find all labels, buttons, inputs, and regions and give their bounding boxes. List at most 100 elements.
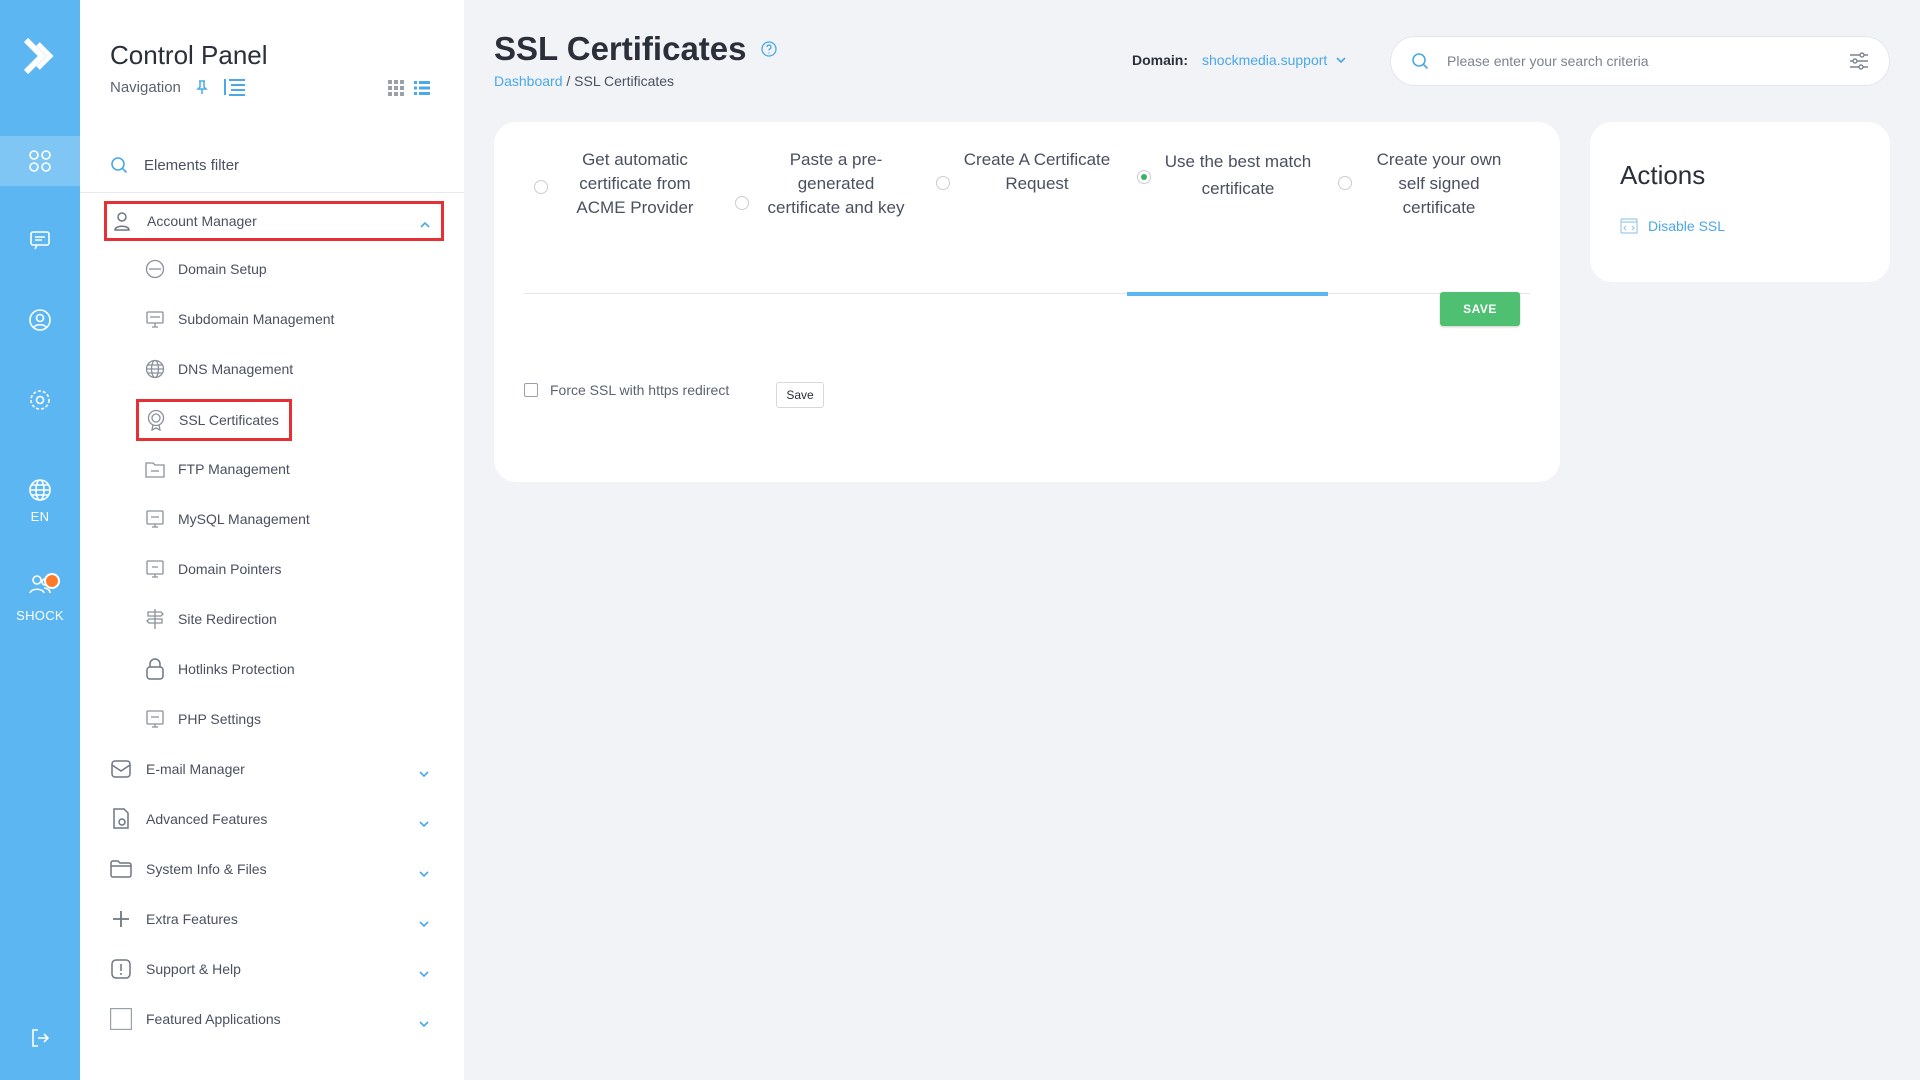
tab-label: Create your own self signed certificate (1376, 150, 1502, 217)
sub-item-php-settings[interactable]: PHP Settings (144, 701, 261, 737)
breadcrumb-dashboard[interactable]: Dashboard (494, 73, 563, 89)
gear-doc-icon (110, 808, 132, 830)
tab-acme-provider[interactable]: Get automatic certificate from ACME Prov… (524, 148, 725, 294)
sub-item-ssl-certificates[interactable]: SSL Certificates (136, 399, 292, 441)
domain-label: Domain: (1132, 52, 1188, 68)
radio-button-selected[interactable] (1137, 170, 1151, 184)
user-label: SHOCK (16, 608, 64, 623)
force-ssl-checkbox[interactable] (524, 383, 538, 397)
folder-icon (110, 858, 132, 880)
pin-icon[interactable] (195, 79, 209, 95)
radio-button[interactable] (534, 180, 548, 194)
settings-gear-icon[interactable] (0, 374, 80, 426)
search-input[interactable]: Please enter your search criteria (1390, 36, 1890, 86)
chevron-down-icon (418, 815, 430, 831)
user-menu[interactable]: SHOCK (0, 560, 80, 634)
menu-label: Advanced Features (146, 811, 268, 827)
sql-icon (144, 508, 166, 530)
force-ssl-save-button[interactable]: Save (776, 382, 824, 408)
force-ssl-option: Force SSL with https redirect (524, 382, 729, 398)
tab-paste-certificate[interactable]: Paste a pre-generated certificate and ke… (725, 148, 926, 294)
save-button[interactable]: SAVE (1440, 292, 1520, 326)
sub-item-label: Hotlinks Protection (178, 661, 295, 677)
sub-item-label: Domain Pointers (178, 561, 282, 577)
signpost-icon (144, 608, 166, 630)
tab-label: Create A Certificate Request (963, 150, 1111, 193)
www-icon (144, 258, 166, 280)
plus-icon (110, 908, 132, 930)
sub-item-mysql-management[interactable]: MySQL Management (144, 501, 310, 537)
actions-card: Actions Disable SSL (1590, 122, 1890, 282)
nav-title: Control Panel (110, 40, 268, 70)
chevron-down-icon (418, 1015, 430, 1031)
grid-view-icon[interactable] (388, 80, 404, 96)
search-placeholder: Please enter your search criteria (1447, 53, 1649, 69)
sub-item-label: PHP Settings (178, 711, 262, 727)
search-icon (111, 157, 128, 174)
chevron-down-icon (418, 765, 430, 781)
help-icon[interactable] (760, 41, 777, 57)
nav-divider (80, 192, 464, 193)
pointer-icon (144, 558, 166, 580)
menu-extra-features[interactable]: Extra Features (110, 901, 440, 937)
menu-support-help[interactable]: Support & Help (110, 951, 440, 987)
disable-ssl-link[interactable]: Disable SSL (1620, 218, 1725, 234)
search-icon (1412, 53, 1429, 70)
nav-subtitle: Navigation (110, 78, 181, 96)
tab-label: Get automatic certificate from ACME Prov… (576, 150, 694, 217)
filter-sliders-icon[interactable] (1849, 52, 1869, 70)
sub-item-ftp-management[interactable]: FTP Management (144, 451, 290, 487)
menu-system-info-files[interactable]: System Info & Files (110, 851, 440, 887)
tab-self-signed[interactable]: Create your own self signed certificate (1328, 148, 1529, 294)
menu-advanced-features[interactable]: Advanced Features (110, 801, 440, 837)
logo-icon[interactable] (0, 26, 80, 86)
ssl-options-card: Get automatic certificate from ACME Prov… (494, 122, 1560, 482)
sub-item-label: Domain Setup (178, 261, 267, 277)
dashboard-grid-icon[interactable] (0, 136, 80, 186)
sub-item-domain-pointers[interactable]: Domain Pointers (144, 551, 282, 587)
subdomain-icon (144, 308, 166, 330)
sub-item-hotlinks-protection[interactable]: Hotlinks Protection (144, 651, 295, 687)
chevron-down-icon (418, 915, 430, 931)
menu-label: Extra Features (146, 911, 238, 927)
radio-button[interactable] (936, 176, 950, 190)
radio-button[interactable] (1338, 176, 1352, 190)
user-circle-icon[interactable] (0, 294, 80, 346)
menu-label: Featured Applications (146, 1011, 281, 1027)
chevron-up-icon (419, 216, 431, 232)
tab-certificate-request[interactable]: Create A Certificate Request (926, 148, 1127, 294)
menu-featured-applications[interactable]: Featured Applications (110, 1001, 440, 1037)
sub-item-label: Subdomain Management (178, 311, 335, 327)
view-toggle (388, 80, 430, 96)
messages-icon[interactable] (0, 214, 80, 266)
tab-best-match[interactable]: Use the best match certificate (1127, 148, 1328, 296)
list-indent-icon[interactable] (223, 77, 247, 97)
elements-filter[interactable]: Elements filter (110, 156, 239, 174)
lock-icon (144, 658, 166, 680)
globe-icon (29, 479, 51, 501)
domain-dropdown[interactable]: shockmedia.support (1202, 52, 1347, 68)
chevron-down-icon (418, 965, 430, 981)
sub-item-dns-management[interactable]: DNS Management (144, 351, 293, 387)
sub-item-subdomain-management[interactable]: Subdomain Management (144, 301, 334, 337)
radio-button[interactable] (735, 196, 749, 210)
menu-account-manager[interactable]: Account Manager (104, 201, 444, 241)
certificate-mode-tabs: Get automatic certificate from ACME Prov… (524, 148, 1530, 296)
list-view-icon[interactable] (414, 80, 430, 96)
elements-filter-placeholder: Elements filter (144, 156, 240, 174)
notification-badge (44, 573, 60, 589)
tab-label: Paste a pre-generated certificate and ke… (767, 150, 905, 217)
disable-ssl-label: Disable SSL (1648, 218, 1726, 234)
logout-icon[interactable] (0, 1012, 80, 1064)
menu-label: E-mail Manager (146, 761, 245, 777)
language-selector[interactable]: EN (0, 466, 80, 536)
menu-email-manager[interactable]: E-mail Manager (110, 751, 440, 787)
sub-item-domain-setup[interactable]: Domain Setup (144, 251, 267, 287)
force-ssl-label: Force SSL with https redirect (550, 382, 730, 398)
dns-icon (144, 358, 166, 380)
ftp-icon (144, 458, 166, 480)
sub-item-site-redirection[interactable]: Site Redirection (144, 601, 277, 637)
breadcrumb-separator: / (562, 73, 575, 89)
sub-item-label: MySQL Management (178, 511, 310, 527)
alert-icon (110, 958, 132, 980)
